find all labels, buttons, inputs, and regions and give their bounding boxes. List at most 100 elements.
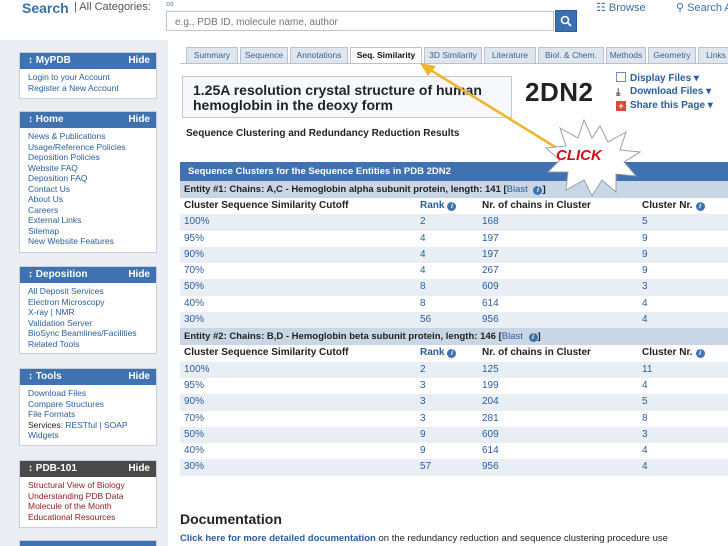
search-input[interactable]: [167, 13, 553, 32]
cutoff-cell[interactable]: 95%: [184, 231, 204, 247]
tab-seq-similarity[interactable]: Seq. Similarity: [350, 47, 422, 64]
cluster-cell[interactable]: 11: [642, 362, 652, 378]
deposition-item[interactable]: X-ray | NMR: [28, 307, 156, 318]
home-item[interactable]: Deposition FAQ: [28, 173, 156, 184]
tab-annotations[interactable]: Annotations: [290, 47, 348, 64]
cutoff-cell[interactable]: 100%: [184, 214, 210, 230]
cluster-cell[interactable]: 4: [642, 296, 648, 312]
search-box[interactable]: [166, 11, 554, 32]
cluster-cell[interactable]: 4: [642, 459, 648, 475]
tab-links[interactable]: Links: [698, 47, 728, 64]
tools-item[interactable]: File Formats: [28, 409, 156, 420]
cutoff-cell[interactable]: 50%: [184, 427, 204, 443]
deposition-item[interactable]: Related Tools: [28, 339, 156, 350]
cluster-cell[interactable]: 4: [642, 378, 648, 394]
cutoff-cell[interactable]: 95%: [184, 378, 204, 394]
next-panel-header[interactable]: [20, 541, 156, 546]
chains-cell[interactable]: 204: [482, 394, 499, 410]
info-icon[interactable]: i: [695, 349, 705, 359]
info-icon[interactable]: i: [447, 202, 457, 211]
deposition-hide-button[interactable]: Hide: [128, 267, 150, 283]
browse-link[interactable]: ☷ Browse: [596, 1, 646, 14]
tab-geometry[interactable]: Geometry: [648, 47, 696, 64]
mypdb-item[interactable]: Register a New Account: [28, 83, 156, 94]
pdb101-item[interactable]: Structural View of Biology: [28, 480, 156, 491]
chains-cell[interactable]: 956: [482, 312, 499, 328]
home-hide-button[interactable]: Hide: [128, 112, 150, 128]
mypdb-item[interactable]: Login to your Account: [28, 72, 156, 83]
cluster-cell[interactable]: 9: [642, 231, 648, 247]
pdb101-hide-button[interactable]: Hide: [128, 461, 150, 477]
deposition-item[interactable]: BioSync Beamlines/Facilities: [28, 328, 156, 339]
tab-summary[interactable]: Summary: [186, 47, 238, 64]
home-item[interactable]: Deposition Policies: [28, 152, 156, 163]
home-item[interactable]: News & Publications: [28, 131, 156, 142]
home-item[interactable]: Contact Us: [28, 184, 156, 195]
cutoff-cell[interactable]: 70%: [184, 411, 204, 427]
tab-biol-chem[interactable]: Biol. & Chem.: [538, 47, 604, 64]
pdb101-item[interactable]: Educational Resources: [28, 512, 156, 523]
download-files-link[interactable]: ⤓ Download Files ▾: [616, 86, 711, 98]
info-icon[interactable]: i: [528, 333, 538, 343]
home-item[interactable]: Sitemap: [28, 226, 156, 237]
share-page-link[interactable]: + Share this Page ▾: [616, 100, 713, 111]
advanced-search-link[interactable]: ⚲ Search Adva: [676, 1, 728, 14]
tab-sequence[interactable]: Sequence: [240, 47, 288, 64]
tools-header[interactable]: ↕ Tools Hide: [20, 369, 156, 385]
chains-cell[interactable]: 281: [482, 411, 499, 427]
pdb101-item[interactable]: Understanding PDB Data: [28, 491, 156, 502]
blast-link[interactable]: Blast: [502, 331, 523, 342]
home-item[interactable]: Website FAQ: [28, 163, 156, 174]
tools-item[interactable]: Compare Structures: [28, 399, 156, 410]
cutoff-cell[interactable]: 90%: [184, 247, 204, 263]
cluster-cell[interactable]: 5: [642, 214, 648, 230]
cluster-cell[interactable]: 4: [642, 312, 648, 328]
col-rank-header[interactable]: Rank i: [420, 198, 457, 214]
tab-literature[interactable]: Literature: [484, 47, 536, 64]
chains-cell[interactable]: 197: [482, 231, 499, 247]
chains-cell[interactable]: 956: [482, 459, 499, 475]
cutoff-cell[interactable]: 40%: [184, 296, 204, 312]
chains-cell[interactable]: 168: [482, 214, 499, 230]
info-icon[interactable]: i: [533, 186, 543, 195]
cutoff-cell[interactable]: 30%: [184, 459, 204, 475]
tools-hide-button[interactable]: Hide: [128, 369, 150, 385]
info-icon[interactable]: i: [695, 202, 705, 211]
cluster-cell[interactable]: 9: [642, 247, 648, 263]
cutoff-cell[interactable]: 40%: [184, 443, 204, 459]
cluster-cell[interactable]: 9: [642, 263, 648, 279]
home-item[interactable]: About Us: [28, 194, 156, 205]
services-link[interactable]: RESTful | SOAP: [65, 420, 127, 430]
chains-cell[interactable]: 199: [482, 378, 499, 394]
cluster-cell[interactable]: 3: [642, 279, 648, 295]
pdb101-item[interactable]: Molecule of the Month: [28, 501, 156, 512]
tab-methods[interactable]: Methods: [606, 47, 646, 64]
col-rank-header[interactable]: Rank i: [420, 345, 457, 361]
search-categories[interactable]: | All Categories:: [74, 1, 151, 13]
cutoff-cell[interactable]: 30%: [184, 312, 204, 328]
cluster-cell[interactable]: 3: [642, 427, 648, 443]
info-icon[interactable]: i: [447, 349, 457, 359]
chains-cell[interactable]: 609: [482, 279, 499, 295]
search-button[interactable]: [555, 10, 577, 32]
cutoff-cell[interactable]: 100%: [184, 362, 210, 378]
chains-cell[interactable]: 609: [482, 427, 499, 443]
deposition-item[interactable]: All Deposit Services: [28, 286, 156, 297]
display-files-link[interactable]: Display Files ▾: [616, 72, 699, 84]
home-item[interactable]: Careers: [28, 205, 156, 216]
home-item[interactable]: Usage/Reference Policies: [28, 142, 156, 153]
cluster-cell[interactable]: 4: [642, 443, 648, 459]
deposition-item[interactable]: Validation Server: [28, 318, 156, 329]
home-item[interactable]: New Website Features: [28, 236, 156, 247]
cutoff-cell[interactable]: 90%: [184, 394, 204, 410]
tools-item[interactable]: Download Files: [28, 388, 156, 399]
mypdb-hide-button[interactable]: Hide: [128, 53, 150, 69]
cluster-cell[interactable]: 8: [642, 411, 648, 427]
chains-cell[interactable]: 267: [482, 263, 499, 279]
mypdb-header[interactable]: ↕ MyPDB Hide: [20, 53, 156, 69]
blast-link[interactable]: Blast: [507, 184, 528, 195]
tools-widgets[interactable]: Widgets: [28, 430, 156, 441]
chains-cell[interactable]: 614: [482, 296, 499, 312]
cutoff-cell[interactable]: 50%: [184, 279, 204, 295]
deposition-item[interactable]: Electron Microscopy: [28, 297, 156, 308]
